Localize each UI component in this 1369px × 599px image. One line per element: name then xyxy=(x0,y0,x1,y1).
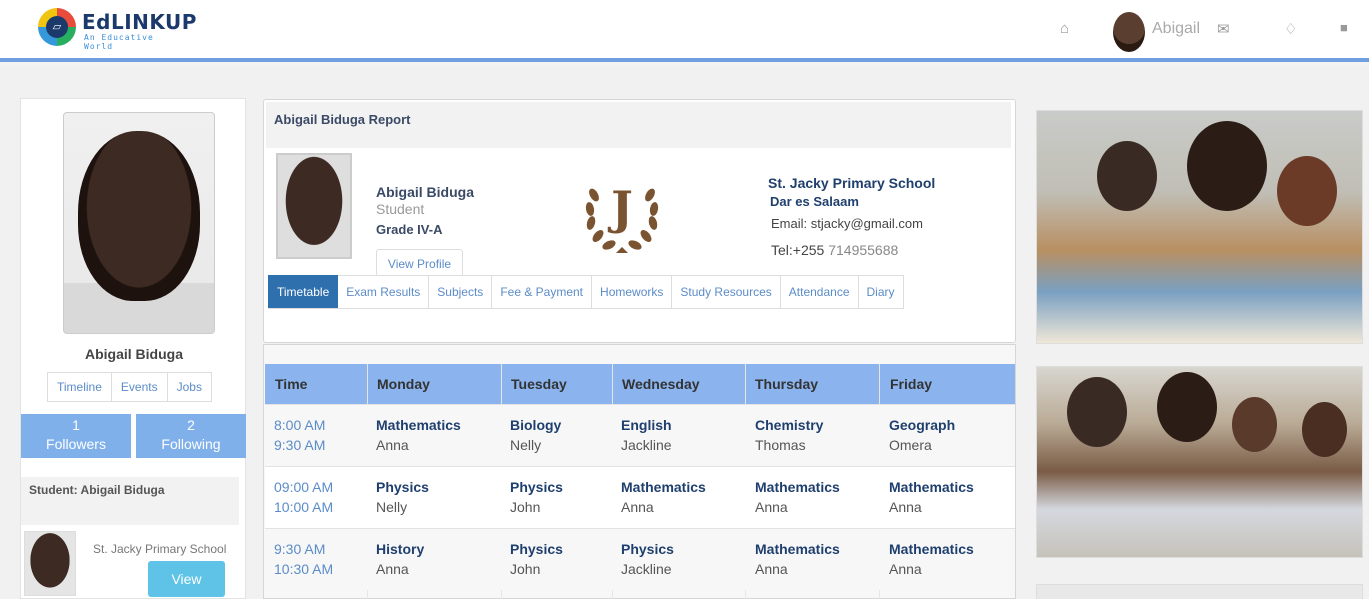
student-header: Student: Abigail Biduga xyxy=(21,477,239,525)
classroom-image xyxy=(1036,110,1363,344)
followers-count: 1 xyxy=(72,417,80,433)
class-cell[interactable]: Physics Nelly xyxy=(376,477,429,517)
home-icon[interactable]: ⌂ xyxy=(1060,20,1069,37)
table-row: 09:00 AM 10:00 AM Physics Nelly Physics Joh… xyxy=(265,466,1015,528)
tab-diary[interactable]: Diary xyxy=(858,275,904,308)
class-cell[interactable]: Mathematics Anna xyxy=(755,477,840,517)
tab-attendance[interactable]: Attendance xyxy=(780,275,859,308)
student-photo xyxy=(276,153,352,259)
class-cell[interactable]: Geograph Omera xyxy=(889,415,955,455)
report-card: Abigail Biduga Report Abigail Biduga Stu… xyxy=(263,99,1016,343)
user-avatar[interactable] xyxy=(1113,12,1145,52)
class-cell[interactable]: Biology Nelly xyxy=(510,415,561,455)
table-row: 9:30 AM 10:30 AM History Anna Physics John … xyxy=(265,528,1015,590)
view-profile-button[interactable]: View Profile xyxy=(376,249,463,277)
student-thumbnail xyxy=(24,531,76,596)
logo-icon: ▱ xyxy=(38,8,76,46)
followers-label: Followers xyxy=(46,436,106,452)
tab-events[interactable]: Events xyxy=(112,373,168,401)
student-name: Abigail Biduga xyxy=(376,184,474,200)
profile-sidebar: Abigail Biduga Timeline Events Jobs 1 Fo… xyxy=(20,98,246,599)
following-button[interactable]: 2 Following xyxy=(136,414,246,458)
envelope-icon[interactable]: ✉ xyxy=(1217,20,1230,38)
header-friday: Friday xyxy=(890,376,933,392)
top-bar: ▱ EdLINKUP An Educative World ⌂ Abigail … xyxy=(0,0,1369,62)
lock-icon[interactable]: ■ xyxy=(1340,20,1348,35)
table-row: 8:00 AM 9:30 AM Mathematics Anna Biology Ne… xyxy=(265,404,1015,466)
class-cell[interactable]: Mathematics Anna xyxy=(755,539,840,579)
view-button[interactable]: View xyxy=(148,561,225,597)
crest-letter: J xyxy=(611,181,633,235)
bell-icon[interactable]: ♢ xyxy=(1284,20,1297,38)
class-cell[interactable]: History Anna xyxy=(376,539,424,579)
class-cell[interactable]: Mathematics Anna xyxy=(621,477,706,517)
user-name[interactable]: Abigail xyxy=(1152,20,1200,38)
school-email: Email: stjacky@gmail.com xyxy=(771,216,923,231)
family-image xyxy=(1036,366,1363,558)
profile-photo xyxy=(63,112,215,334)
following-count: 2 xyxy=(187,417,195,433)
profile-name: Abigail Biduga xyxy=(85,346,183,362)
class-cell[interactable]: English Jackline xyxy=(621,415,672,455)
following-label: Following xyxy=(161,436,221,452)
class-cell[interactable]: Mathematics Anna xyxy=(889,477,974,517)
tab-homeworks[interactable]: Homeworks xyxy=(592,275,673,308)
class-cell[interactable]: Mathematics Anna xyxy=(889,539,974,579)
header-thursday: Thursday xyxy=(755,376,819,392)
class-cell[interactable]: Physics John xyxy=(510,539,563,579)
report-tabs: Timetable Exam Results Subjects Fee & Pa… xyxy=(268,275,904,309)
timetable-header: Time Monday Tuesday Wednesday Thursday F… xyxy=(265,364,1015,404)
followers-button[interactable]: 1 Followers xyxy=(21,414,131,458)
class-cell[interactable]: Chemistry Thomas xyxy=(755,415,823,455)
header-monday: Monday xyxy=(377,376,430,392)
student-grade: Grade IV-A xyxy=(376,222,443,237)
tab-fee-payment[interactable]: Fee & Payment xyxy=(492,275,593,308)
school-crest-logo: J xyxy=(580,173,664,263)
logo[interactable]: ▱ EdLINKUP An Educative World xyxy=(38,6,196,56)
profile-tabs: Timeline Events Jobs xyxy=(47,372,212,402)
promo-image xyxy=(1036,584,1363,599)
timetable: Time Monday Tuesday Wednesday Thursday F… xyxy=(263,344,1016,599)
school-phone: Tel:+255 714955688 xyxy=(771,242,898,258)
phone-number: 714955688 xyxy=(828,242,899,258)
time-cell: 09:00 AM 10:00 AM xyxy=(274,479,334,515)
header-time: Time xyxy=(275,376,308,392)
logo-name: EdLINKUP xyxy=(82,10,197,34)
school-city: Dar es Salaam xyxy=(770,194,859,209)
report-title: Abigail Biduga Report xyxy=(266,102,1011,148)
tab-timetable[interactable]: Timetable xyxy=(268,275,339,308)
student-role: Student xyxy=(376,201,425,217)
phone-prefix: Tel:+255 xyxy=(771,242,825,258)
class-cell[interactable]: Physics Jackline xyxy=(621,539,674,579)
header-wednesday: Wednesday xyxy=(622,376,700,392)
promo-sidebar xyxy=(1029,98,1369,599)
header-tuesday: Tuesday xyxy=(511,376,567,392)
tab-subjects[interactable]: Subjects xyxy=(429,275,493,308)
class-cell[interactable]: Mathematics Anna xyxy=(376,415,461,455)
time-cell: 9:30 AM 10:30 AM xyxy=(274,541,334,577)
school-name: St. Jacky Primary School xyxy=(768,175,936,191)
tab-exam-results[interactable]: Exam Results xyxy=(338,275,430,308)
tab-jobs[interactable]: Jobs xyxy=(168,373,211,401)
tab-timeline[interactable]: Timeline xyxy=(48,373,112,401)
class-cell[interactable]: Physics John xyxy=(510,477,563,517)
time-cell: 8:00 AM 9:30 AM xyxy=(274,417,326,453)
tab-study-resources[interactable]: Study Resources xyxy=(672,275,781,308)
student-school: St. Jacky Primary School xyxy=(93,542,227,556)
logo-tagline: An Educative World xyxy=(84,33,154,51)
